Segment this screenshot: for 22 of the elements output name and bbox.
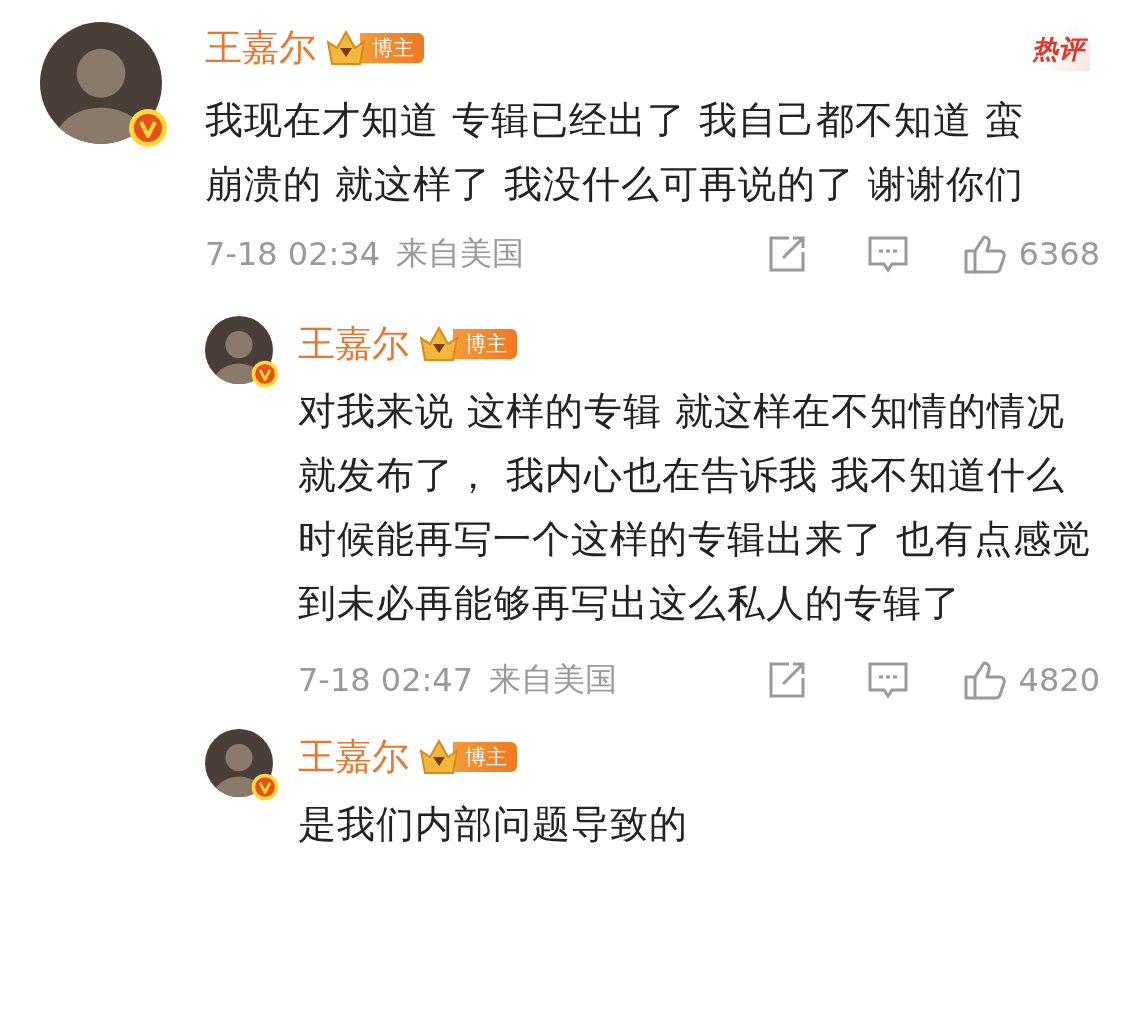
username[interactable]: 王嘉尔 [298, 319, 409, 369]
comment-icon[interactable] [866, 234, 909, 274]
crown-icon [417, 324, 461, 364]
timestamp: 7-18 02:34 [205, 235, 380, 273]
comment-text: 我现在才知道 专辑已经出了 我自己都不知道 蛮崩溃的 就这样了 我没什么可再说的了 谢谢你们 [205, 97, 1026, 208]
blogger-badge: 博主 [453, 742, 517, 772]
username[interactable]: 王嘉尔 [205, 23, 316, 73]
location: 来自美国 [396, 233, 524, 274]
blogger-badge: 博主 [453, 329, 517, 359]
like-count: 4820 [1018, 661, 1100, 699]
blogger-badge: 博主 [360, 33, 424, 63]
username[interactable]: 王嘉尔 [298, 732, 409, 782]
timestamp: 7-18 02:47 [298, 661, 473, 699]
comment-text: 对我来说 这样的专辑 就这样在不知情的情况就发布了， 我内心也在告诉我 我不知道什么时候能再写一个这样的专辑出来了 也有点感觉到未必再能够再写出这么私人的专辑了 [298, 388, 1093, 627]
crown-icon [417, 737, 461, 777]
comment-text: 是我们内部问题导致的 [298, 801, 689, 848]
thumbs-up-icon[interactable] [962, 659, 1007, 701]
crown-icon [324, 28, 368, 68]
comment-icon[interactable] [866, 660, 909, 700]
location: 来自美国 [489, 659, 617, 700]
thumbs-up-icon[interactable] [962, 233, 1007, 275]
like-count: 6368 [1018, 235, 1100, 273]
